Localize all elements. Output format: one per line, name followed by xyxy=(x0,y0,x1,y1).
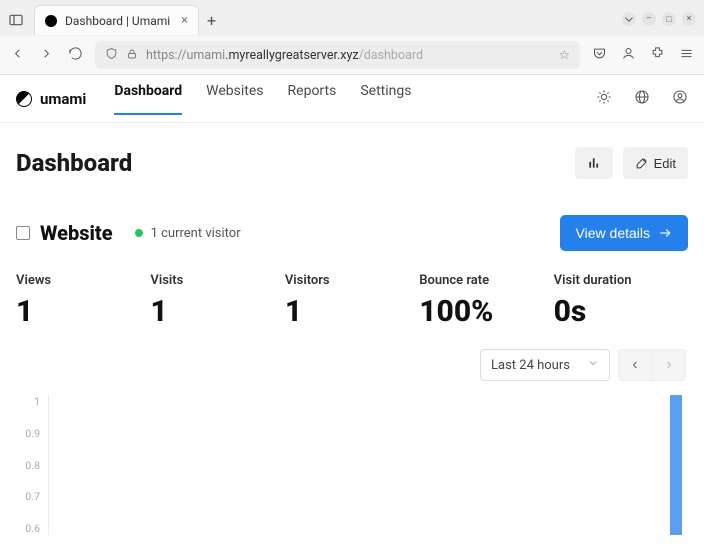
umami-logo-icon xyxy=(16,91,32,107)
date-range-select[interactable]: Last 24 hours xyxy=(480,349,610,381)
stat-views: Views 1 xyxy=(16,273,150,329)
status-dot-icon xyxy=(135,229,143,237)
shield-icon[interactable] xyxy=(105,47,118,63)
stat-visit-duration: Visit duration 0s xyxy=(554,273,688,329)
extensions-icon[interactable] xyxy=(650,46,665,65)
edit-button-label: Edit xyxy=(654,156,676,171)
profile-icon[interactable] xyxy=(672,89,688,109)
page-title: Dashboard xyxy=(16,149,132,177)
nav-reports[interactable]: Reports xyxy=(288,83,337,115)
chart-plot-area xyxy=(48,395,682,535)
view-details-button[interactable]: View details xyxy=(560,215,688,251)
views-chart: 1 0.9 0.8 0.7 0.6 xyxy=(16,395,688,535)
chevron-down-icon xyxy=(587,357,599,373)
account-icon[interactable] xyxy=(621,46,636,65)
browser-dropdown-icon[interactable] xyxy=(622,12,636,26)
pocket-icon[interactable] xyxy=(592,46,607,65)
nav-dashboard[interactable]: Dashboard xyxy=(114,83,182,115)
edit-button[interactable]: Edit xyxy=(623,147,688,179)
chart-toggle-button[interactable] xyxy=(575,147,613,179)
theme-toggle-icon[interactable] xyxy=(596,89,612,109)
next-range-button[interactable] xyxy=(652,349,686,381)
side-panel-icon[interactable] xyxy=(8,12,24,28)
browser-tab-active[interactable]: Dashboard | Umami × xyxy=(34,5,199,35)
prev-range-button[interactable] xyxy=(618,349,652,381)
bookmark-star-icon[interactable]: ☆ xyxy=(559,47,570,63)
lock-icon[interactable] xyxy=(126,48,138,63)
nav-settings[interactable]: Settings xyxy=(360,83,411,115)
stat-bounce-rate: Bounce rate 100% xyxy=(419,273,553,329)
stat-visits: Visits 1 xyxy=(150,273,284,329)
window-close-button[interactable]: × xyxy=(682,12,696,26)
brand-logo[interactable]: umami xyxy=(16,90,86,108)
chart-bar xyxy=(670,395,682,535)
tab-favicon xyxy=(45,15,57,27)
website-checkbox[interactable] xyxy=(16,226,30,240)
language-globe-icon[interactable] xyxy=(634,89,650,109)
back-button[interactable] xyxy=(10,46,25,65)
address-bar[interactable]: https://umami.myreallygreatserver.xyz/da… xyxy=(95,41,580,69)
tab-close-icon[interactable]: × xyxy=(181,13,188,28)
new-tab-button[interactable]: + xyxy=(207,11,216,30)
url-text: https://umami.myreallygreatserver.xyz/da… xyxy=(146,48,423,63)
stat-visitors: Visitors 1 xyxy=(285,273,419,329)
website-name[interactable]: Website xyxy=(40,221,113,245)
nav-websites[interactable]: Websites xyxy=(206,83,263,115)
visitor-status: 1 current visitor xyxy=(135,226,241,241)
window-maximize-button[interactable]: □ xyxy=(662,12,676,26)
forward-button xyxy=(39,46,54,65)
chart-y-axis: 1 0.9 0.8 0.7 0.6 xyxy=(16,395,44,535)
window-minimize-button[interactable]: – xyxy=(642,12,656,26)
brand-name: umami xyxy=(40,90,86,108)
tab-title: Dashboard | Umami xyxy=(65,14,170,28)
reload-button[interactable] xyxy=(68,46,83,65)
hamburger-menu-icon[interactable] xyxy=(679,46,694,65)
